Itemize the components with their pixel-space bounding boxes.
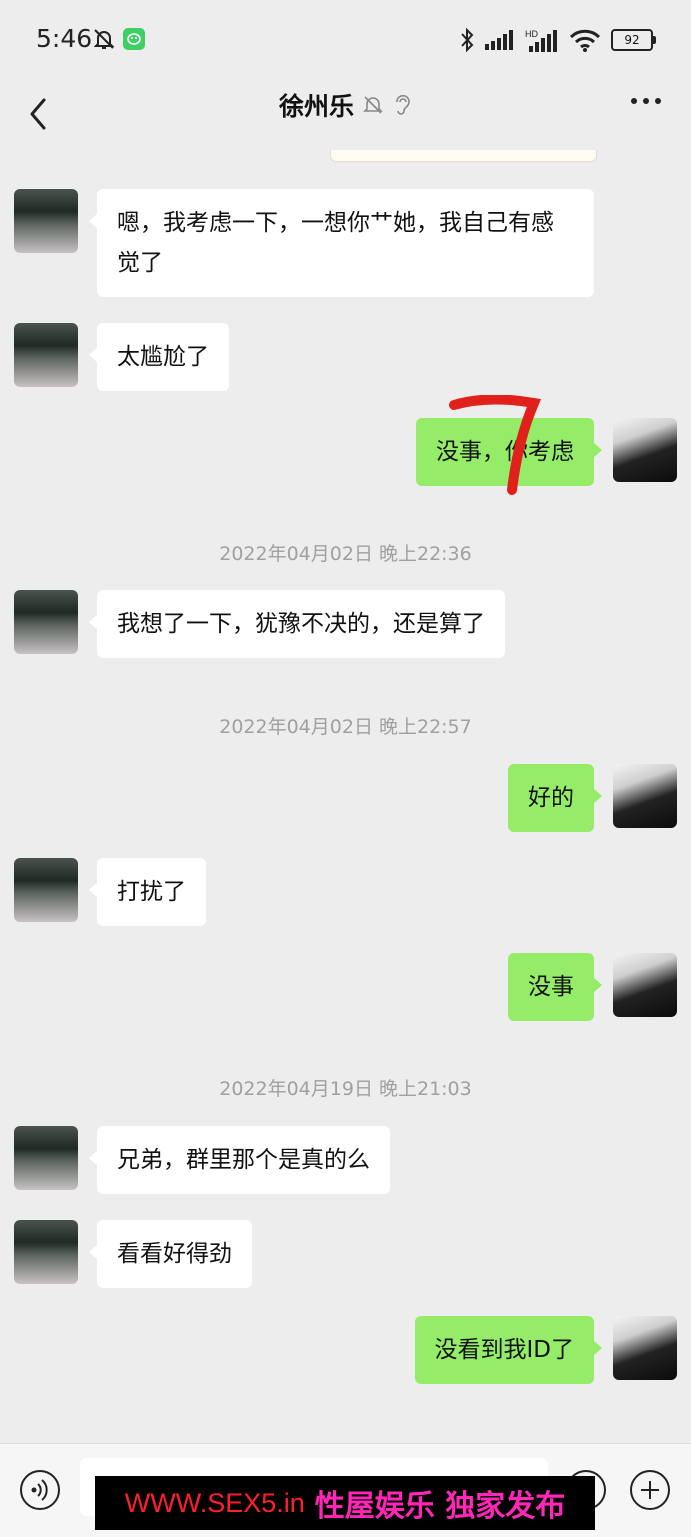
incoming-message[interactable]: 看看好得劲	[89, 1220, 252, 1288]
status-time: 5:46	[36, 24, 93, 53]
chat-message-list[interactable]: 嗯，我考虑一下，一想你艹她，我自己有感觉了 太尴尬了 没事，你考虑 2022年0…	[0, 150, 691, 1443]
message-timestamp: 2022年04月02日 晚上22:57	[219, 716, 472, 738]
self-avatar[interactable]	[613, 1316, 677, 1380]
svg-text:HD: HD	[525, 29, 538, 39]
previous-message-card[interactable]	[330, 150, 597, 162]
outgoing-message[interactable]: 没事	[508, 953, 602, 1021]
ear-icon	[396, 94, 410, 115]
contact-avatar[interactable]	[14, 1126, 78, 1190]
incoming-message[interactable]: 嗯，我考虑一下，一想你艹她，我自己有感觉了	[89, 189, 594, 297]
contact-avatar[interactable]	[14, 189, 78, 253]
contact-avatar[interactable]	[14, 323, 78, 387]
signal-icon	[485, 30, 513, 50]
outgoing-message[interactable]: 没看到我ID了	[414, 1316, 602, 1384]
bell-off-icon	[93, 29, 115, 49]
red-annotation-mark	[449, 395, 542, 495]
battery-icon: 92	[611, 29, 656, 51]
more-icon[interactable]	[631, 98, 661, 104]
incoming-message[interactable]: 打扰了	[89, 858, 206, 926]
voice-input-button[interactable]	[20, 1470, 60, 1510]
incoming-message[interactable]: 兄弟，群里那个是真的么	[89, 1126, 390, 1194]
bluetooth-icon	[461, 27, 474, 53]
wechat-app-icon	[123, 28, 145, 50]
self-avatar[interactable]	[613, 953, 677, 1017]
status-bar: 5:46 HD 92	[0, 0, 691, 80]
contact-avatar[interactable]	[14, 1220, 78, 1284]
chat-header: 徐州乐	[0, 80, 691, 150]
chat-title[interactable]: 徐州乐	[279, 87, 354, 123]
contact-avatar[interactable]	[14, 858, 78, 922]
self-avatar[interactable]	[613, 418, 677, 482]
voice-icon	[31, 1479, 48, 1501]
incoming-message[interactable]: 太尴尬了	[89, 323, 229, 391]
hd-signal-icon: HD	[525, 29, 557, 52]
contact-avatar[interactable]	[14, 590, 78, 654]
outgoing-message[interactable]: 好的	[508, 764, 602, 832]
watermark-site: WWW.SEX5.in	[124, 1487, 305, 1518]
watermark-banner: WWW.SEX5.in 性屋娱乐 独家发布	[95, 1476, 595, 1530]
incoming-message[interactable]: 我想了一下，犹豫不决的，还是算了	[89, 590, 505, 658]
mute-bell-icon	[363, 96, 383, 114]
more-functions-button[interactable]	[630, 1470, 670, 1510]
status-icons: HD 92	[459, 26, 656, 54]
self-avatar[interactable]	[613, 764, 677, 828]
wifi-icon	[569, 29, 601, 52]
message-timestamp: 2022年04月02日 晚上22:36	[219, 543, 472, 565]
watermark-text: 性屋娱乐 独家发布	[314, 1489, 566, 1524]
message-timestamp: 2022年04月19日 晚上21:03	[219, 1078, 472, 1100]
